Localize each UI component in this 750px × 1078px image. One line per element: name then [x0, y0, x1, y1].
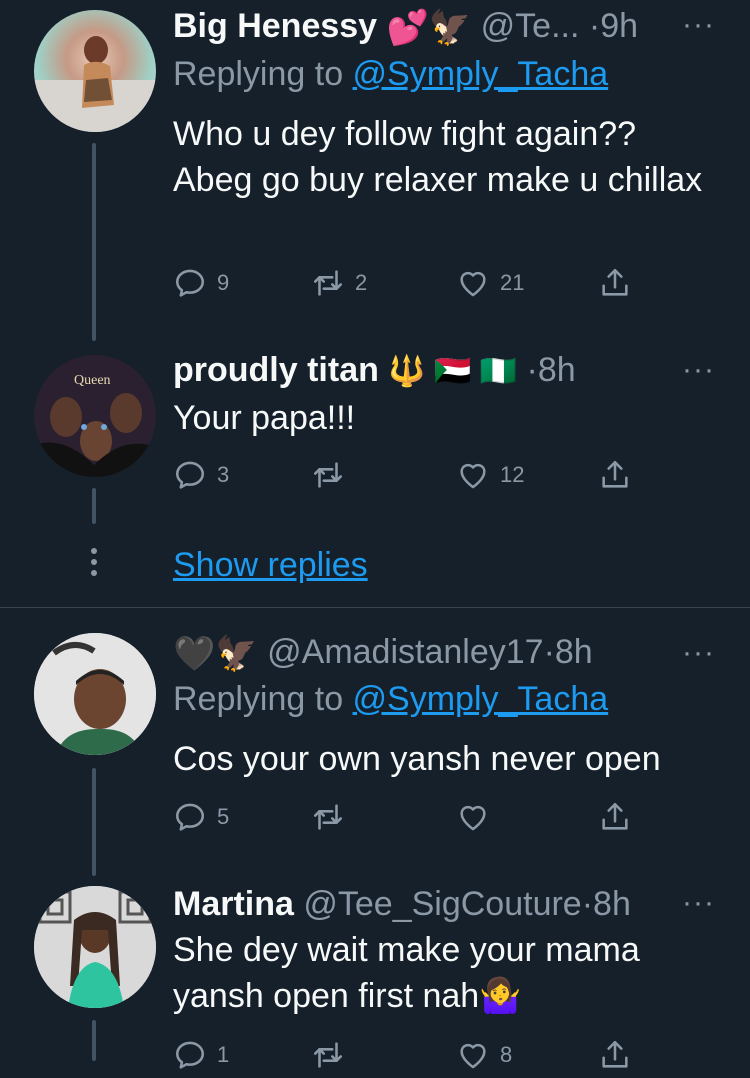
- reply-icon: [173, 266, 207, 300]
- tweet-text: She dey wait make your mama yansh open f…: [173, 931, 640, 1015]
- tweet-header: proudly titan 🔱 🇸🇩 🇳🇬 ·8h: [173, 346, 576, 396]
- tweet-2[interactable]: Queen proudly titan 🔱 🇸🇩 🇳🇬 ·8h ··· Your…: [0, 345, 750, 607]
- retweet-button[interactable]: [311, 1038, 355, 1072]
- more-icon[interactable]: ···: [682, 886, 715, 920]
- share-button[interactable]: [598, 266, 632, 300]
- retweet-icon: [311, 458, 345, 492]
- timestamp[interactable]: 8h: [593, 885, 631, 923]
- retweet-icon: [311, 266, 345, 300]
- action-bar: 9 2 21: [173, 266, 643, 306]
- like-icon: [456, 800, 490, 834]
- reply-icon: [173, 800, 207, 834]
- tweet-text: Cos your own yansh never open: [173, 740, 661, 778]
- reply-button[interactable]: 1: [173, 1038, 229, 1072]
- handle[interactable]: @Amadistanley17: [267, 633, 543, 671]
- share-icon: [598, 266, 632, 300]
- reply-button[interactable]: 5: [173, 800, 229, 834]
- more-icon[interactable]: ···: [682, 636, 715, 670]
- reply-button[interactable]: 9: [173, 266, 229, 300]
- like-icon: [456, 266, 490, 300]
- retweet-icon: [311, 1038, 345, 1072]
- reply-button[interactable]: 3: [173, 458, 229, 492]
- timestamp[interactable]: 8h: [538, 351, 576, 389]
- like-button[interactable]: 8: [456, 1038, 512, 1072]
- like-button[interactable]: 12: [456, 458, 524, 492]
- thread-line: [92, 143, 96, 341]
- tweet-1[interactable]: Big Henessy 💕🦅 @Te... ·9h ··· Replying t…: [0, 0, 750, 345]
- display-name[interactable]: proudly titan: [173, 351, 379, 389]
- retweet-icon: [311, 800, 345, 834]
- tweet-4[interactable]: Martina @Tee_SigCouture·8h ··· She dey w…: [0, 878, 750, 1061]
- more-icon[interactable]: ···: [682, 8, 715, 42]
- avatar[interactable]: [34, 886, 156, 1008]
- mention-link[interactable]: @Symply_Tacha: [353, 55, 609, 93]
- display-name[interactable]: Martina: [173, 885, 294, 923]
- action-bar: 1 8: [173, 1038, 643, 1078]
- like-button[interactable]: 21: [456, 266, 524, 300]
- share-icon: [598, 1038, 632, 1072]
- avatar[interactable]: [34, 10, 156, 132]
- avatar[interactable]: Queen: [34, 355, 156, 477]
- share-button[interactable]: [598, 1038, 632, 1072]
- retweet-button[interactable]: [311, 458, 355, 492]
- name-emoji: 🔱 🇸🇩 🇳🇬: [388, 355, 518, 389]
- like-button[interactable]: [456, 800, 500, 834]
- replying-to: Replying to @Symply_Tacha: [173, 680, 609, 718]
- share-button[interactable]: [598, 800, 632, 834]
- like-icon: [456, 458, 490, 492]
- timestamp[interactable]: 9h: [600, 7, 638, 45]
- share-button[interactable]: [598, 458, 632, 492]
- action-bar: 5: [173, 800, 643, 840]
- name-emoji: 💕🦅: [386, 9, 472, 48]
- avatar-label: Queen: [74, 373, 111, 388]
- handle[interactable]: @Te...: [481, 7, 580, 45]
- name-emoji: 🖤🦅: [173, 635, 258, 674]
- more-icon[interactable]: ···: [682, 353, 715, 387]
- display-name[interactable]: Big Henessy: [173, 7, 377, 45]
- mention-link[interactable]: @Symply_Tacha: [353, 680, 609, 718]
- tweet-text: Your papa!!!: [173, 399, 356, 437]
- reply-icon: [173, 1038, 207, 1072]
- share-icon: [598, 458, 632, 492]
- thread-line: [92, 1020, 96, 1061]
- tweet-header: Martina @Tee_SigCouture·8h: [173, 885, 631, 923]
- tweet-header: 🖤🦅 @Amadistanley17·8h: [173, 628, 593, 678]
- tweet-3[interactable]: 🖤🦅 @Amadistanley17·8h ··· Replying to @S…: [0, 608, 750, 878]
- tweet-text: Who u dey follow fight again?? Abeg go b…: [173, 115, 703, 199]
- share-icon: [598, 800, 632, 834]
- retweet-button[interactable]: [311, 800, 355, 834]
- thread-line: [92, 768, 96, 876]
- action-bar: 3 12: [173, 458, 643, 498]
- more-replies-dots-icon: [88, 548, 100, 581]
- tweet-header: Big Henessy 💕🦅 @Te... ·9h: [173, 2, 638, 52]
- handle[interactable]: @Tee_SigCouture: [303, 885, 581, 923]
- like-icon: [456, 1038, 490, 1072]
- retweet-button[interactable]: 2: [311, 266, 367, 300]
- reply-icon: [173, 458, 207, 492]
- thread-line: [92, 488, 96, 524]
- replying-to: Replying to @Symply_Tacha: [173, 55, 609, 93]
- timestamp[interactable]: 8h: [555, 633, 593, 671]
- avatar[interactable]: [34, 633, 156, 755]
- show-replies-link[interactable]: Show replies: [173, 546, 368, 585]
